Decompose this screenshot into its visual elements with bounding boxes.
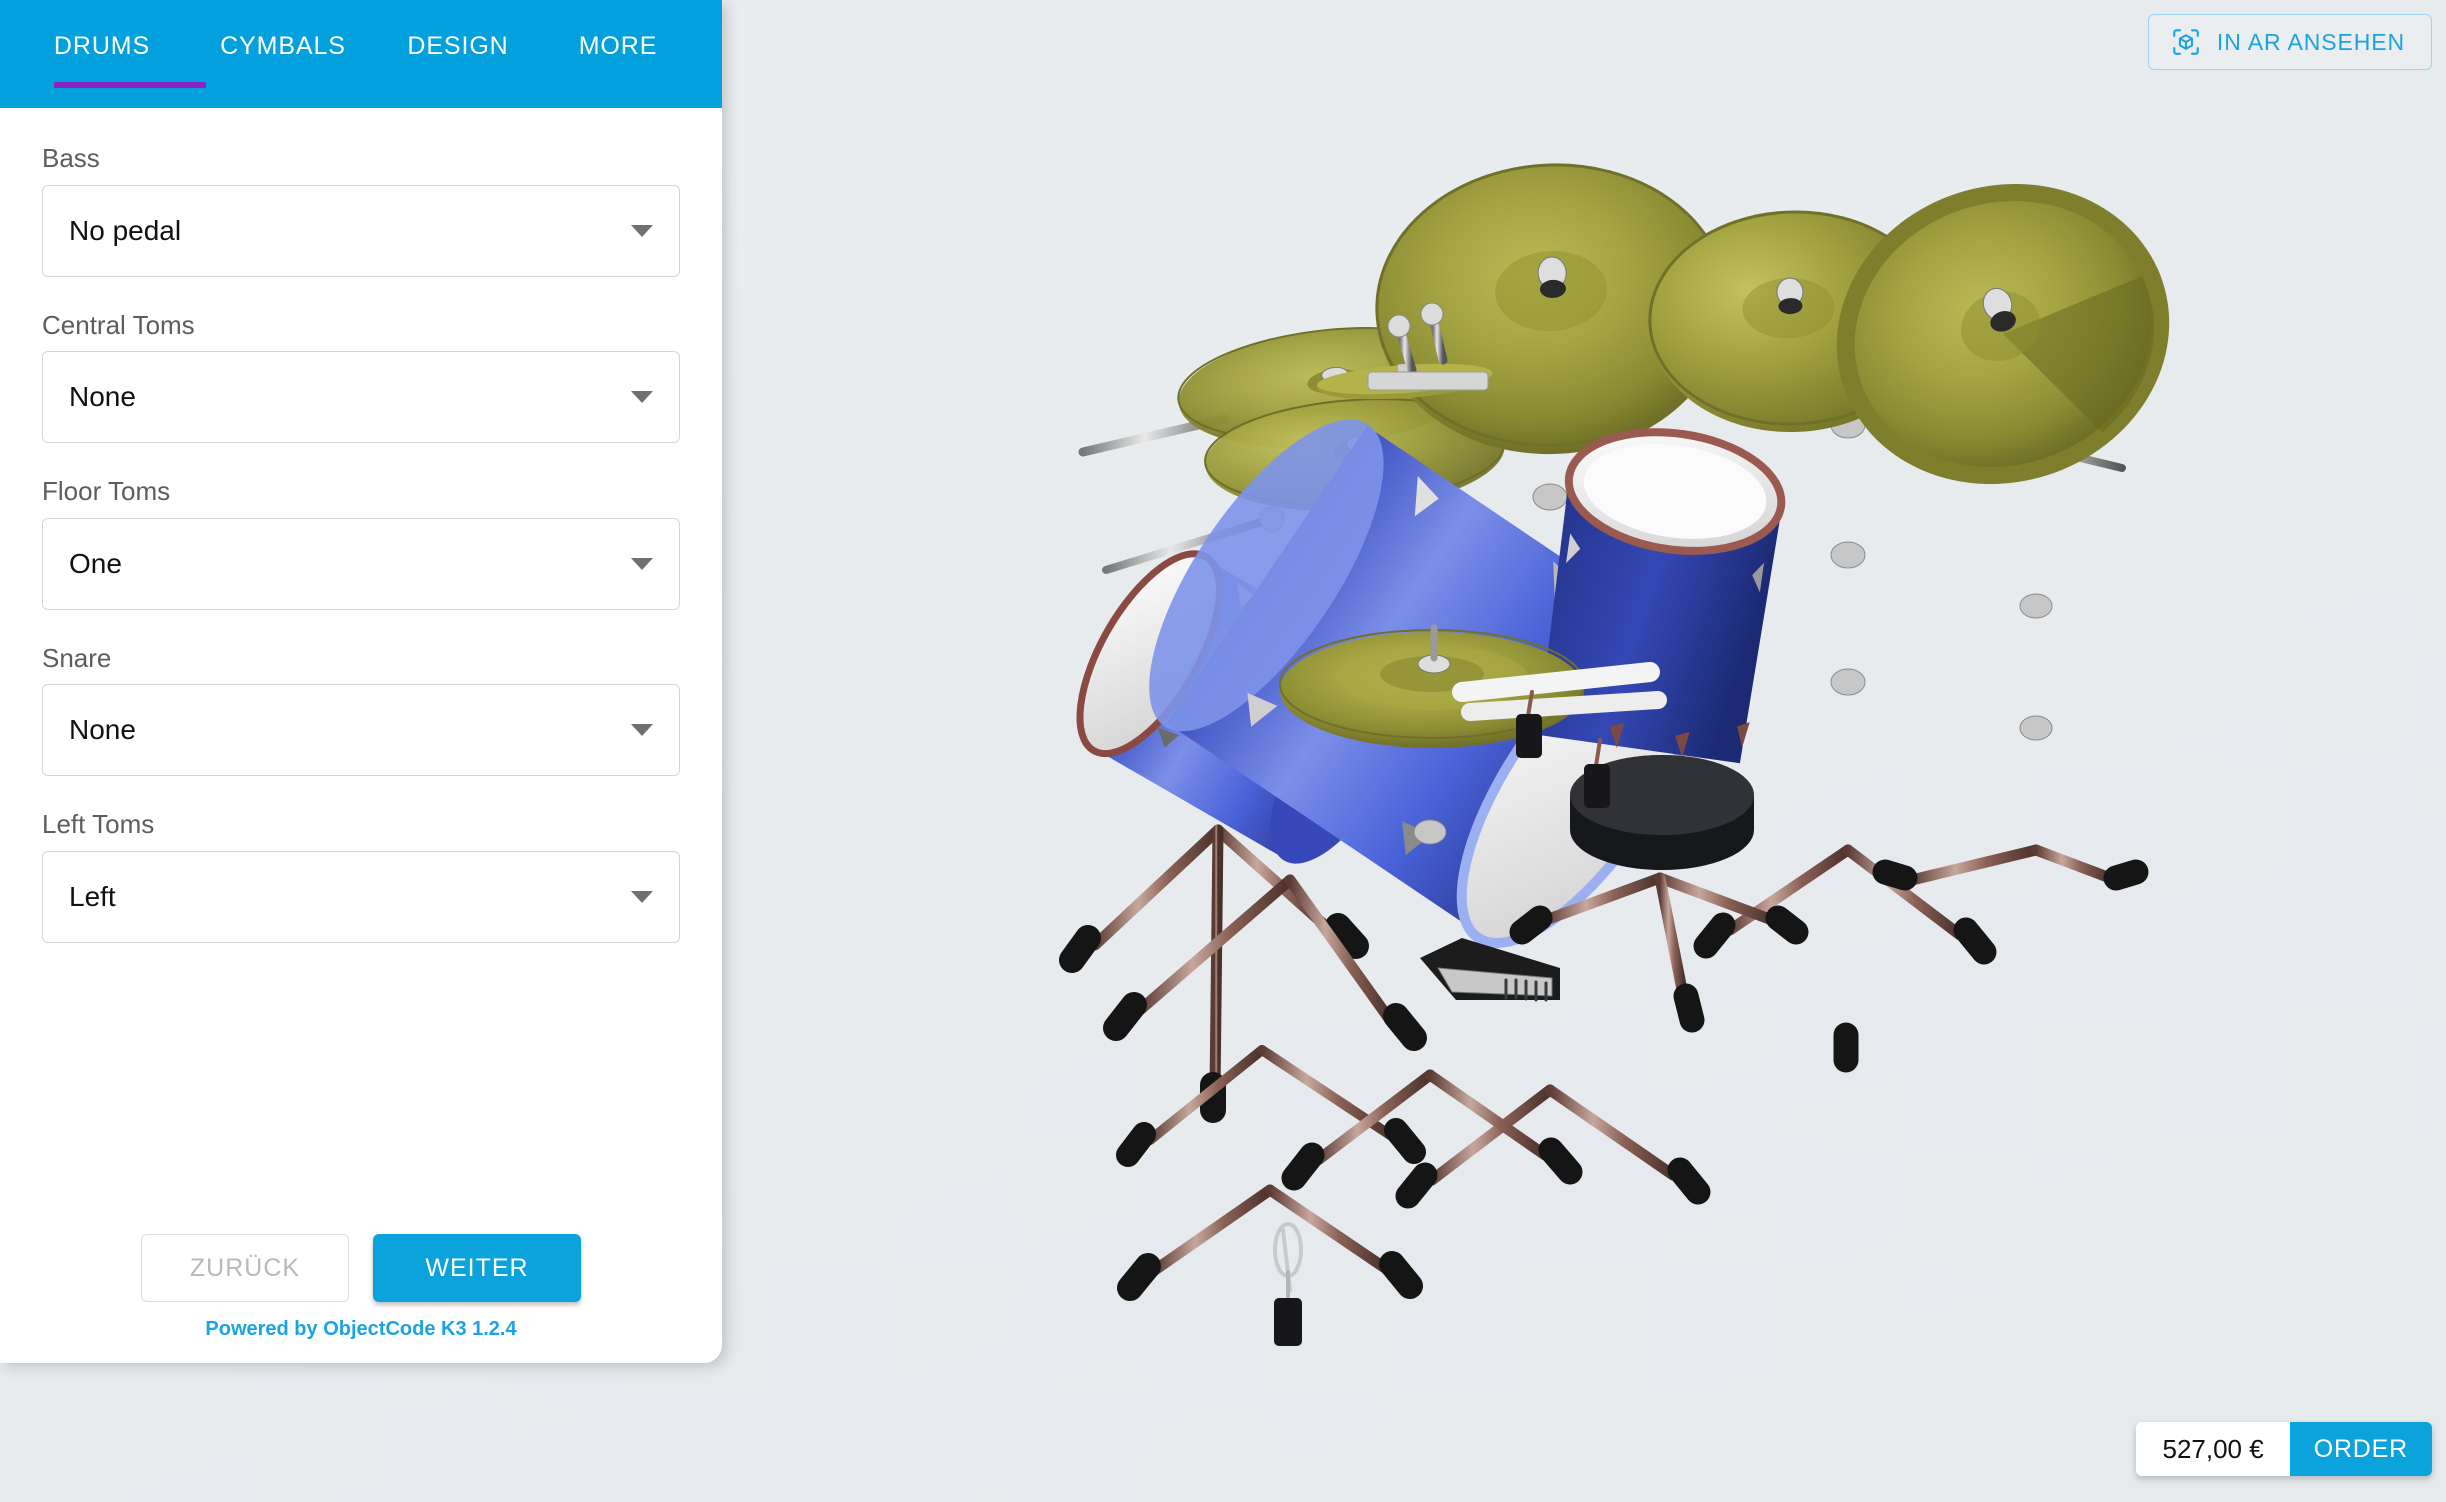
select-bass-value: No pedal	[69, 214, 182, 246]
active-tab-indicator	[54, 82, 206, 88]
select-bass[interactable]: No pedal	[42, 184, 680, 277]
wizard-buttons: ZURÜCK WEITER	[42, 1234, 680, 1318]
app-root: IN AR ANSEHEN DRUMS CYMBALS DESIGN MORE …	[0, 0, 2446, 1502]
ar-cube-icon	[2173, 29, 2199, 55]
tab-more[interactable]: MORE	[578, 26, 658, 61]
tab-design[interactable]: DESIGN	[404, 26, 512, 61]
next-button[interactable]: WEITER	[373, 1234, 581, 1302]
chevron-down-icon	[631, 391, 653, 404]
select-snare[interactable]: None	[42, 684, 680, 777]
select-left-toms-value: Left	[69, 880, 116, 912]
chevron-down-icon	[631, 890, 653, 903]
field-label-bass: Bass	[42, 143, 100, 173]
select-central-toms[interactable]: None	[42, 351, 680, 444]
field-left-toms: Left Toms Left	[42, 810, 680, 943]
view-in-ar-button[interactable]: IN AR ANSEHEN	[2147, 14, 2432, 70]
chevron-down-icon	[631, 224, 653, 237]
field-floor-toms: Floor Toms One	[42, 477, 680, 610]
field-label-snare: Snare	[42, 642, 112, 673]
chevron-down-icon	[631, 724, 653, 737]
field-central-toms: Central Toms None	[42, 309, 680, 444]
chevron-down-icon	[631, 557, 653, 570]
ar-button-label: IN AR ANSEHEN	[2216, 28, 2405, 55]
tab-drums[interactable]: DRUMS	[52, 26, 152, 61]
field-snare: Snare None	[42, 644, 680, 777]
tab-cymbals[interactable]: CYMBALS	[220, 26, 346, 61]
powered-by-link[interactable]: Powered by ObjectCode K3 1.2.4	[42, 1318, 680, 1363]
select-floor-toms-value: One	[69, 547, 122, 579]
field-label-left-toms: Left Toms	[42, 809, 155, 840]
select-floor-toms[interactable]: One	[42, 517, 680, 610]
price-value: 527,00 €	[2136, 1422, 2290, 1476]
configurator-sidebar: DRUMS CYMBALS DESIGN MORE Bass No pedal …	[0, 0, 722, 1363]
back-button[interactable]: ZURÜCK	[141, 1234, 349, 1302]
select-snare-value: None	[69, 714, 136, 746]
field-bass: Bass No pedal	[42, 144, 680, 277]
select-central-toms-value: None	[69, 381, 136, 413]
select-left-toms[interactable]: Left	[42, 850, 680, 943]
field-label-floor-toms: Floor Toms	[42, 476, 171, 507]
field-label-central-toms: Central Toms	[42, 309, 195, 340]
price-order-bar: 527,00 € ORDER	[2136, 1422, 2432, 1476]
options-panel: Bass No pedal Central Toms None Floor To…	[0, 108, 722, 1234]
panel-footer: ZURÜCK WEITER Powered by ObjectCode K3 1…	[0, 1234, 722, 1363]
tab-bar: DRUMS CYMBALS DESIGN MORE	[0, 0, 722, 108]
order-button[interactable]: ORDER	[2289, 1422, 2432, 1476]
